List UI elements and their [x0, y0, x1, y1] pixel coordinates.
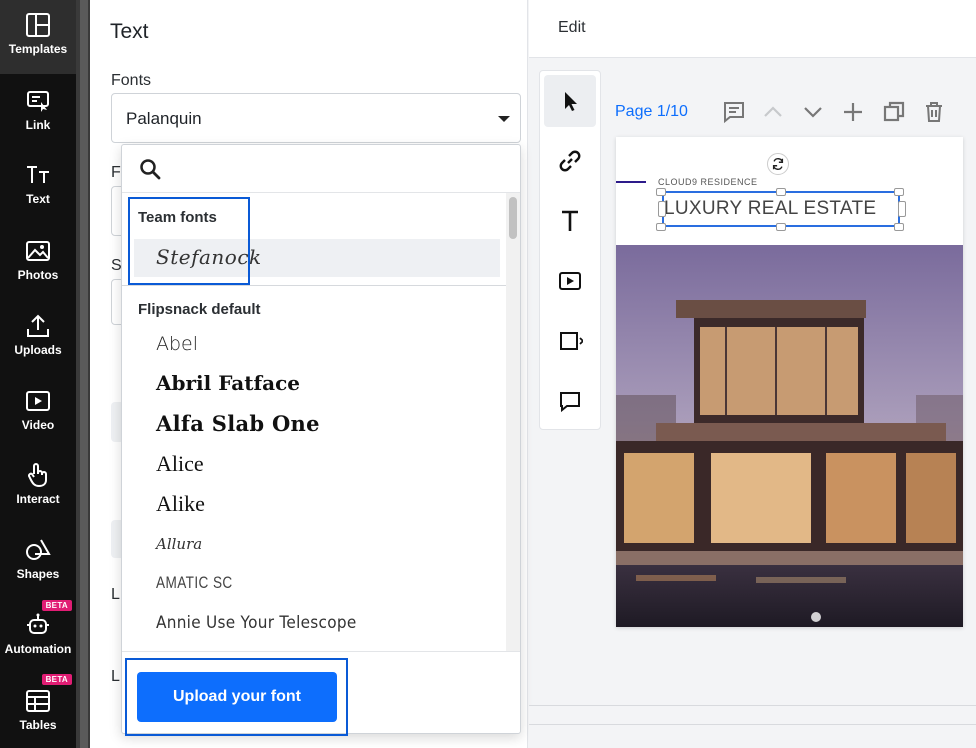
- nav-text[interactable]: Text: [0, 162, 76, 206]
- automation-icon: [27, 613, 49, 634]
- font-option-alike[interactable]: Alike: [156, 491, 205, 517]
- default-fonts-heading: Flipsnack default: [138, 301, 261, 318]
- tool-palette: [539, 70, 601, 430]
- link-icon: [27, 91, 49, 112]
- text-icon: [562, 210, 578, 231]
- nav-label: Text: [26, 192, 50, 206]
- tables-icon: [26, 690, 50, 712]
- link-icon: [559, 150, 581, 172]
- chevron-up-icon[interactable]: [761, 100, 785, 124]
- nav-uploads[interactable]: Uploads: [0, 313, 76, 357]
- video-icon: [559, 272, 581, 290]
- cursor-icon: [565, 92, 577, 111]
- nav-label: Photos: [17, 268, 59, 282]
- text-icon: [27, 166, 49, 183]
- font-option-abel[interactable]: Abel: [156, 333, 198, 355]
- page-indicator[interactable]: Page 1/10: [615, 103, 688, 121]
- nav-link[interactable]: Link: [0, 88, 76, 132]
- nav-label: Automation: [4, 642, 72, 656]
- shapes-icon: [26, 539, 51, 560]
- page-subtitle[interactable]: CLOUD9 RESIDENCE: [658, 177, 758, 187]
- font-option-abril-fatface[interactable]: Abril Fatface: [156, 371, 300, 395]
- select-tool[interactable]: [544, 75, 596, 127]
- text-tool[interactable]: [544, 195, 596, 247]
- link-tool[interactable]: [544, 135, 596, 187]
- add-page-icon[interactable]: [841, 100, 865, 124]
- duplicate-icon[interactable]: [882, 100, 906, 124]
- section-divider: [122, 285, 506, 286]
- nav-label: Video: [21, 418, 55, 432]
- nav-label: Link: [25, 118, 51, 132]
- nav-tables[interactable]: BETA Tables: [0, 674, 76, 732]
- resize-handle[interactable]: [894, 223, 904, 231]
- upload-highlight: [125, 658, 348, 736]
- fonts-label: Fonts: [111, 72, 152, 89]
- nav-label: Templates: [8, 42, 68, 56]
- nav-label: Tables: [19, 718, 57, 732]
- bottom-divider: [529, 724, 976, 725]
- resize-handle[interactable]: [656, 223, 666, 231]
- square-icon: [560, 332, 583, 350]
- chevron-down-icon: [498, 116, 510, 122]
- house-photo[interactable]: [616, 245, 963, 627]
- font-option-alfa-slab-one[interactable]: Alfa Slab One: [156, 411, 320, 436]
- nav-label: Shapes: [16, 567, 60, 581]
- templates-icon: [26, 13, 50, 37]
- font-search-input[interactable]: [122, 145, 520, 193]
- font-option-alice[interactable]: Alice: [156, 451, 204, 477]
- font-option-amatic-sc[interactable]: AMATIC SC: [156, 573, 233, 593]
- resize-handle[interactable]: [776, 223, 786, 231]
- comment-icon[interactable]: [722, 100, 746, 124]
- rotate-handle[interactable]: [767, 153, 789, 175]
- editor-bottombar: [529, 705, 976, 748]
- beta-badge: BETA: [41, 600, 72, 611]
- nav-automation[interactable]: BETA Automation: [0, 600, 76, 656]
- resize-handle[interactable]: [656, 188, 666, 196]
- hidden-label: L: [111, 668, 120, 685]
- font-select[interactable]: Palanquin: [111, 93, 521, 143]
- video-tool[interactable]: [544, 255, 596, 307]
- left-nav: Templates Link Text Photos Uploads Video…: [0, 0, 76, 748]
- scrollbar-thumb[interactable]: [509, 197, 517, 239]
- nav-scrollbar-thumb[interactable]: [80, 0, 88, 748]
- selected-text-box[interactable]: LUXURY REAL ESTATE: [662, 191, 900, 227]
- trash-icon[interactable]: [922, 100, 946, 124]
- rotate-icon: [772, 158, 784, 170]
- photos-icon: [26, 241, 50, 261]
- video-icon: [26, 391, 50, 411]
- font-option-allura[interactable]: Allura: [156, 535, 202, 553]
- resize-handle[interactable]: [894, 188, 904, 196]
- page-title-text[interactable]: LUXURY REAL ESTATE: [664, 198, 876, 220]
- nav-interact[interactable]: Interact: [0, 462, 76, 506]
- beta-badge: BETA: [41, 674, 72, 685]
- nav-video[interactable]: Video: [0, 388, 76, 432]
- page-canvas[interactable]: CLOUD9 RESIDENCE LUXURY REAL ESTATE: [616, 137, 963, 627]
- edit-menu[interactable]: Edit: [558, 19, 586, 37]
- hidden-label: F: [111, 164, 121, 181]
- chevron-down-icon[interactable]: [801, 100, 825, 124]
- nav-shapes[interactable]: Shapes: [0, 537, 76, 581]
- hidden-label: L: [111, 586, 120, 603]
- comment-tool[interactable]: [544, 375, 596, 427]
- resize-handle[interactable]: [898, 201, 906, 217]
- search-icon: [140, 159, 161, 180]
- editor-topbar: Edit: [529, 0, 976, 58]
- selected-font: Palanquin: [126, 109, 202, 128]
- nav-photos[interactable]: Photos: [0, 238, 76, 282]
- shape-tool[interactable]: [544, 315, 596, 367]
- panel-title: Text: [110, 20, 149, 43]
- nav-templates[interactable]: Templates: [0, 0, 76, 74]
- nav-label: Interact: [16, 492, 60, 506]
- font-option-annie-use-your-telescope[interactable]: Annie Use Your Telescope: [156, 613, 357, 633]
- decorative-line: [616, 181, 646, 183]
- uploads-icon: [27, 314, 49, 337]
- resize-handle[interactable]: [776, 188, 786, 196]
- nav-label: Uploads: [14, 343, 62, 357]
- team-fonts-highlight: [128, 197, 250, 285]
- resize-handle[interactable]: [658, 201, 666, 217]
- speech-bubble-icon: [560, 392, 580, 413]
- interact-icon: [28, 463, 47, 488]
- font-list-scrollbar[interactable]: [506, 193, 520, 651]
